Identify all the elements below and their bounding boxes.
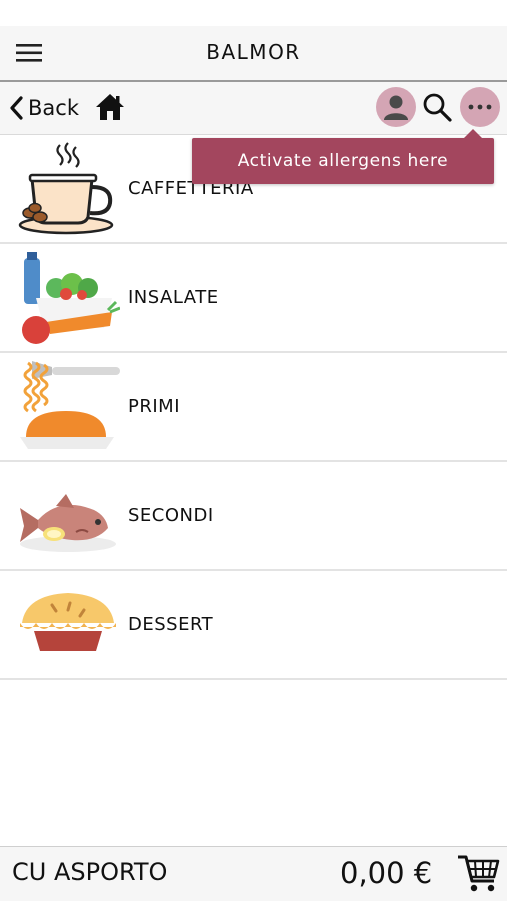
more-options-button[interactable] [460,87,500,127]
order-type-label[interactable]: CU ASPORTO [12,858,167,886]
category-row-secondi[interactable]: SECONDI [0,462,507,571]
category-label: INSALATE [128,287,219,308]
order-footer: CU ASPORTO 0,00 € [0,846,507,901]
category-list: CAFFETTERIA INSALATE PRIMI SECONDI DESSE… [0,135,507,680]
back-label: Back [28,96,79,120]
category-label: PRIMI [128,396,181,417]
nav-toolbar: Back [0,82,507,135]
category-row-dessert[interactable]: DESSERT [0,571,507,680]
search-icon[interactable] [421,91,453,123]
app-title: BALMOR [206,40,301,64]
status-strip [0,0,507,26]
category-row-primi[interactable]: PRIMI [0,353,507,462]
user-icon [384,95,408,120]
chevron-left-icon [10,96,23,120]
pasta-icon [20,361,120,449]
user-button[interactable] [376,87,416,127]
more-icon [468,104,492,110]
cart-icon[interactable] [456,853,500,893]
coffee-cup-icon [18,142,114,235]
category-row-insalate[interactable]: INSALATE [0,244,507,353]
app-header: BALMOR [0,26,507,82]
back-button[interactable]: Back [8,92,79,124]
pie-icon [20,593,116,651]
salad-icon [22,252,120,344]
fish-dish-icon [20,494,116,552]
allergens-tooltip[interactable]: Activate allergens here [192,129,494,184]
cart-total: 0,00 € [340,856,433,890]
home-icon[interactable] [94,91,126,123]
category-label: SECONDI [128,505,214,526]
category-label: DESSERT [128,614,214,635]
